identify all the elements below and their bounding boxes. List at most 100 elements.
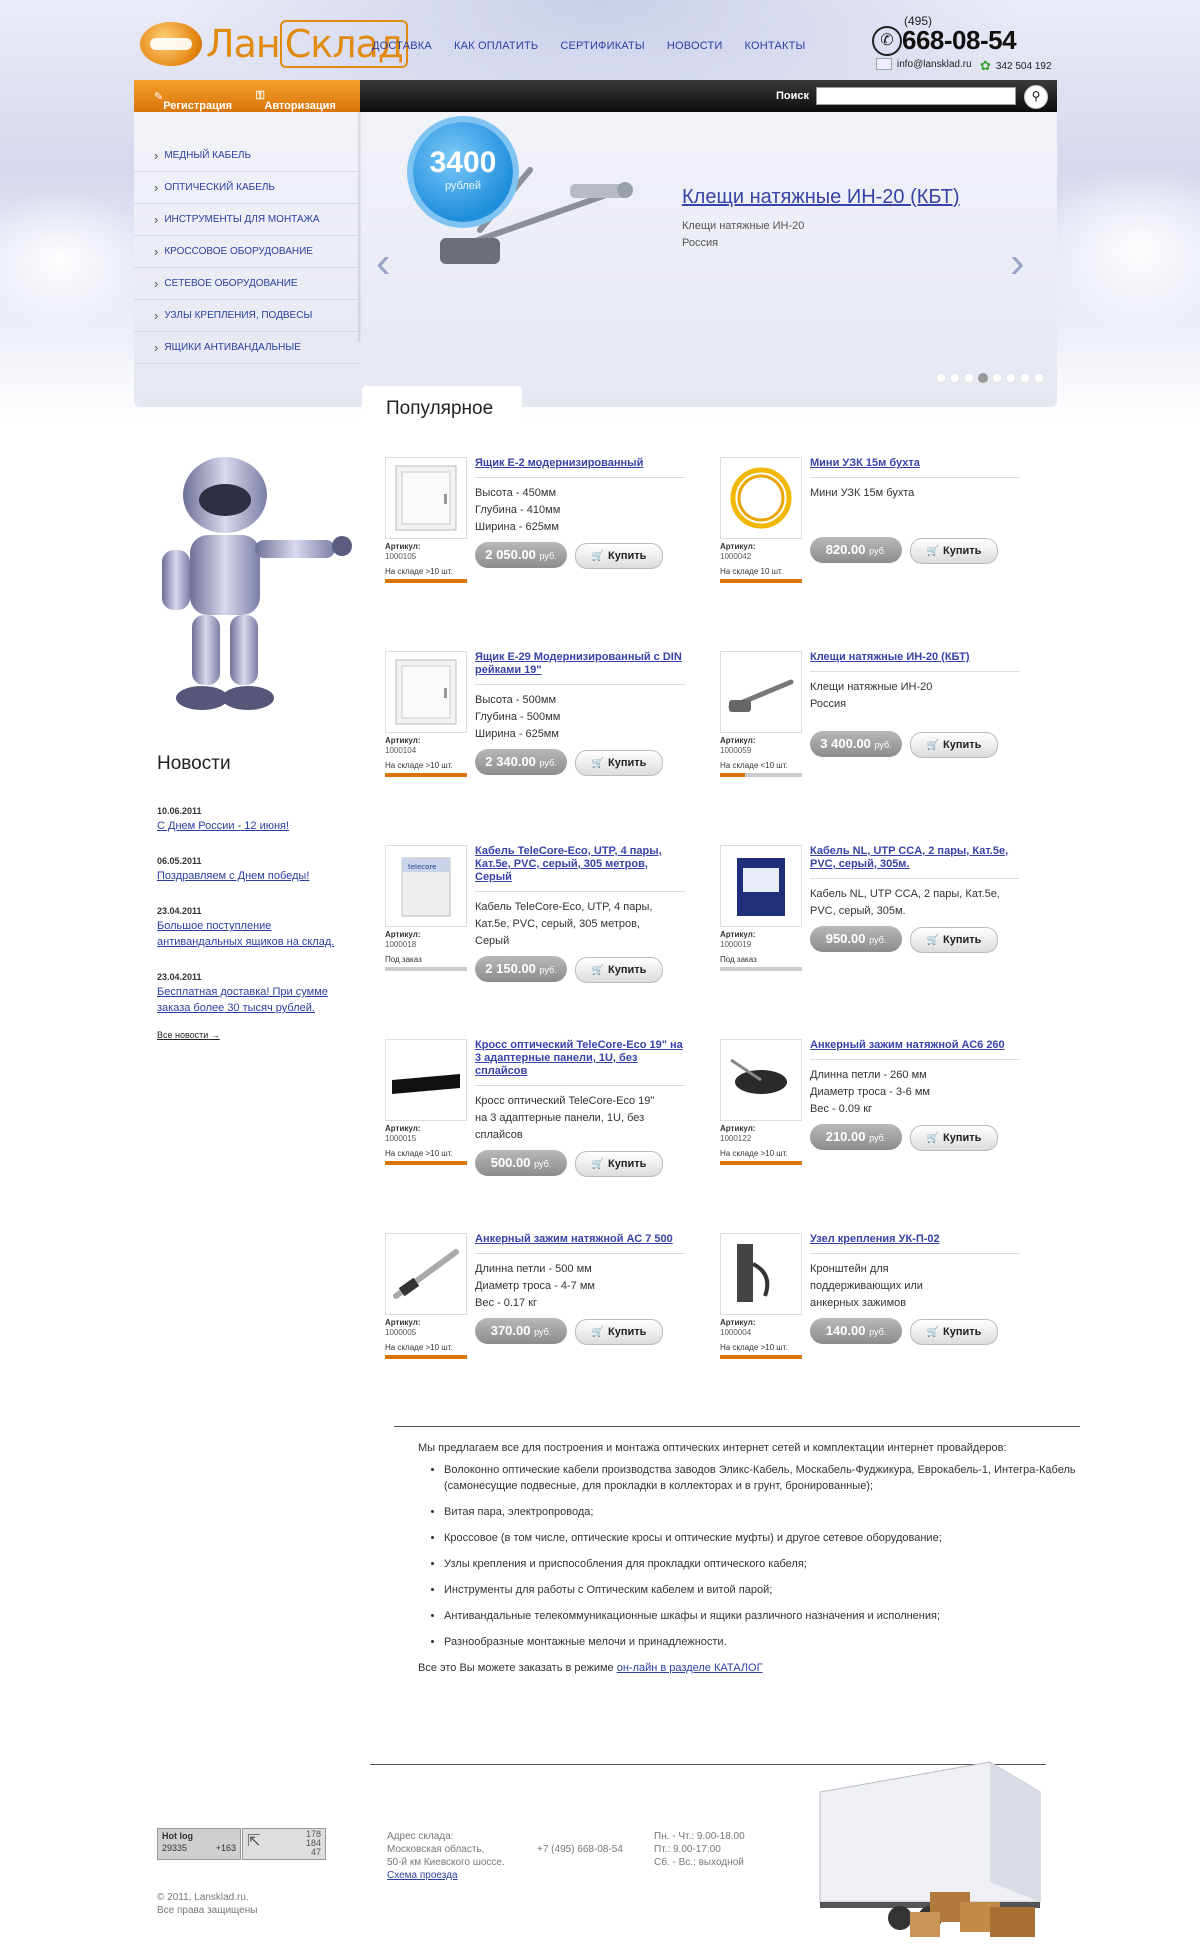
product-spec: Ширина - 625мм [475,728,559,740]
buy-button[interactable]: Купить [910,1319,998,1345]
news-link[interactable]: Большое поступление антивандальных ящико… [157,918,347,950]
product-card: Кросс оптический TeleCore-Eco 19" на 3 а… [385,1039,685,1199]
slider-dot[interactable] [1020,373,1030,383]
buy-button[interactable]: Купить [575,1319,663,1345]
nav-payment[interactable]: КАК ОПЛАТИТЬ [454,40,538,52]
product-sku: 1000105 [385,552,417,561]
product-name-link[interactable]: Кросс оптический TeleCore-Eco 19" на 3 а… [475,1039,685,1078]
slider-dot[interactable] [950,373,960,383]
catalog-item-tools[interactable]: ИНСТРУМЕНТЫ ДЛЯ МОНТАЖА [134,204,360,236]
product-sku: 1000004 [720,1328,752,1337]
nav-news[interactable]: НОВОСТИ [667,40,723,52]
truck-image [819,1761,1041,1937]
directions-link[interactable]: Схема проезда [387,1870,458,1881]
product-image[interactable] [720,1039,802,1121]
product-sku: 1000059 [720,746,752,755]
product-sku: 1000104 [385,746,417,755]
product-price: 2 150.00 руб. [475,956,567,982]
slider-dot[interactable] [936,373,946,383]
catalog-item-cross-equipment[interactable]: КРОССОВОЕ ОБОРУДОВАНИЕ [134,236,360,268]
login-link[interactable]: ⚿ Авторизация [256,90,336,112]
product-spec: Высота - 500мм [475,694,557,706]
buy-button[interactable]: Купить [575,957,663,983]
hours-line: Пн. - Чт.: 9.00-18.00 [654,1831,745,1842]
slider-dot[interactable] [978,373,988,383]
nav-contacts[interactable]: КОНТАКТЫ [745,40,806,52]
slider-next-arrow-icon[interactable]: › [1010,238,1025,288]
product-name-link[interactable]: Кабель TeleCore-Eco, UTP, 4 пары, Кат.5е… [475,845,685,884]
search-button[interactable]: ⚲ [1024,85,1048,109]
product-image[interactable] [385,457,467,539]
stat-counter[interactable]: ⇱ 178 184 47 [242,1828,326,1860]
svg-text:telecore: telecore [408,863,436,871]
search-input[interactable] [816,87,1016,105]
product-name-link[interactable]: Ящик E-29 Модернизированный с DIN рейкам… [475,651,685,677]
news-link[interactable]: Поздравляем с Днем победы! [157,868,347,884]
slider-dot[interactable] [1034,373,1044,383]
buy-button[interactable]: Купить [575,750,663,776]
product-spec: Кат.5е, PVC, серый, 305 метров, [475,918,641,930]
product-spec: Кабель TeleCore-Eco, UTP, 4 пары, [475,901,653,913]
product-image[interactable] [385,1233,467,1315]
catalog-item-cabinets[interactable]: ЯЩИКИ АНТИВАНДАЛЬНЫЕ [134,332,360,364]
news-link[interactable]: Бесплатная доставка! При сумме заказа бо… [157,984,347,1016]
register-link[interactable]: ✎ Регистрация [154,90,232,112]
product-name-link[interactable]: Клещи натяжные ИН-20 (КБТ) [810,651,1020,664]
catalog-online-link[interactable]: он-лайн в разделе КАТАЛОГ [617,1662,763,1674]
product-name-link[interactable]: Узел крепления УК-П-02 [810,1233,1020,1246]
nav-certificates[interactable]: СЕРТИФИКАТЫ [560,40,645,52]
catalog-item-network-equipment[interactable]: СЕТЕВОЕ ОБОРУДОВАНИЕ [134,268,360,300]
product-image[interactable] [720,457,802,539]
catalog-item-optical-cable[interactable]: ОПТИЧЕСКИЙ КАБЕЛЬ [134,172,360,204]
product-spec: Вес - 0.17 кг [475,1297,538,1309]
counter-value: 47 [310,1847,321,1857]
slider-dot[interactable] [964,373,974,383]
slide-subtitle: Клещи натяжные ИН-20 [682,220,805,232]
catalog-item-copper-cable[interactable]: МЕДНЫЙ КАБЕЛЬ [134,140,360,172]
product-image[interactable] [385,1039,467,1121]
slider-prev-arrow-icon[interactable]: ‹ [376,238,391,288]
product-name-link[interactable]: Анкерный зажим натяжной АС6 260 [810,1039,1020,1052]
buy-button[interactable]: Купить [910,927,998,953]
hotlog-counter[interactable]: Hot log 29335 +163 [157,1828,241,1860]
product-image[interactable] [385,651,467,733]
buy-button[interactable]: Купить [910,1125,998,1151]
product-sku-label: Артикул: [720,542,756,551]
auth-bar: ✎ Регистрация ⚿ Авторизация [134,80,360,112]
buy-button[interactable]: Купить [575,543,663,569]
product-stock: На складе >10 шт. [385,761,453,770]
nav-delivery[interactable]: ДОСТАВКА [372,40,432,52]
slider-dot[interactable] [1006,373,1016,383]
about-text: Мы предлагаем все для построения и монта… [418,1440,1078,1676]
product-name-link[interactable]: Кабель NL, UTP CCA, 2 пары, Кат.5е, PVC,… [810,845,1020,871]
buy-button[interactable]: Купить [910,538,998,564]
slide-title[interactable]: Клещи натяжные ИН-20 (КБТ) [682,186,960,209]
all-news-link[interactable]: Все новости → [157,1030,220,1040]
stock-bar [385,1161,467,1165]
product-image[interactable] [720,1233,802,1315]
product-card: Анкерный зажим натяжной АС 7 500 Длинна п… [385,1233,685,1393]
product-spec: PVC, серый, 305м. [810,905,906,917]
buy-button[interactable]: Купить [575,1151,663,1177]
stock-bar [720,773,802,777]
stock-bar-fill [385,773,467,777]
product-image[interactable] [720,845,802,927]
top-navigation: ДОСТАВКА КАК ОПЛАТИТЬ СЕРТИФИКАТЫ НОВОСТ… [372,40,805,52]
product-card: Ящик E-29 Модернизированный с DIN рейкам… [385,651,685,811]
slider-dot[interactable] [992,373,1002,383]
catalog-item-mounts[interactable]: УЗЛЫ КРЕПЛЕНИЯ, ПОДВЕСЫ [134,300,360,332]
buy-button[interactable]: Купить [910,732,998,758]
footer-phone: +7 (495) 668-08-54 [537,1844,623,1855]
site-logo[interactable]: Лан Склад [140,18,409,74]
product-image[interactable] [720,651,802,733]
product-name-link[interactable]: Анкерный зажим натяжной АС 7 500 [475,1233,685,1246]
product-name-link[interactable]: Ящик E-2 модернизированный [475,457,685,470]
product-name-link[interactable]: Мини УЗК 15м бухта [810,457,1020,470]
about-list-item: Кроссовое (в том числе, оптические кросы… [444,1530,1078,1546]
email-address[interactable]: info@lansklad.ru [897,59,972,70]
product-price: 140.00 руб. [810,1318,902,1344]
product-image[interactable]: telecore [385,845,467,927]
opening-hours: Пн. - Чт.: 9.00-18.00 Пт.: 9.00-17.00 Сб… [654,1830,745,1869]
news-link[interactable]: С Днем России - 12 июня! [157,818,347,834]
stock-bar-fill [385,579,467,583]
